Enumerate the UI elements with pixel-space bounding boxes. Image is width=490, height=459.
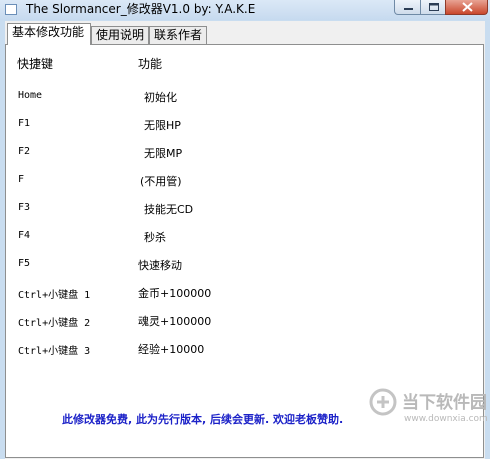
hotkey-label: F [18, 174, 25, 185]
window-title: The Slormancer_修改器V1.0 by: Y.A.K.E [26, 2, 256, 16]
hotkey-label: F1 [18, 118, 31, 129]
tab-instructions[interactable]: 使用说明 [91, 26, 149, 45]
watermark-text: 当下软件园 [402, 393, 487, 413]
title-bar[interactable]: The Slormancer_修改器V1.0 by: Y.A.K.E [0, 0, 490, 20]
hotkey-label: F5 [18, 258, 31, 269]
function-label: 魂灵+100000 [138, 315, 212, 328]
header-hotkey: 快捷键 [17, 57, 54, 71]
close-icon [462, 2, 473, 12]
function-label: 金币+100000 [138, 287, 212, 300]
footer-notice: 此修改器免费, 此为先行版本, 后续会更新. 欢迎老板赞助. [62, 413, 344, 426]
function-label: (不用管) [140, 175, 182, 188]
function-label: 初始化 [144, 91, 177, 104]
app-window: The Slormancer_修改器V1.0 by: Y.A.K.E 基本修改功… [0, 0, 490, 459]
minimize-icon [404, 8, 413, 10]
hotkey-label: Ctrl+小键盘 2 [18, 318, 91, 329]
hotkey-label: F2 [18, 146, 31, 157]
watermark-logo-icon [369, 388, 397, 416]
hotkey-label: F4 [18, 230, 31, 241]
function-label: 秒杀 [144, 231, 166, 244]
function-label: 无限MP [144, 147, 183, 160]
tab-basic-functions[interactable]: 基本修改功能 [7, 23, 91, 45]
tab-contact-author[interactable]: 联系作者 [149, 26, 207, 45]
watermark-url: www.downxia.com [404, 414, 488, 424]
close-button[interactable] [445, 0, 488, 15]
function-label: 无限HP [144, 119, 181, 132]
hotkey-label: Home [18, 90, 43, 101]
watermark: 当下软件园 www.downxia.com [369, 388, 488, 436]
hotkey-label: Ctrl+小键盘 1 [18, 290, 91, 301]
minimize-button[interactable] [394, 0, 421, 15]
maximize-button[interactable] [420, 0, 446, 15]
hotkey-label: F3 [18, 202, 31, 213]
function-label: 技能无CD [144, 203, 194, 216]
app-icon [5, 4, 17, 15]
function-label: 经验+10000 [138, 343, 205, 356]
function-label: 快速移动 [138, 259, 182, 272]
header-function: 功能 [138, 57, 163, 71]
maximize-icon [429, 3, 439, 11]
hotkey-label: Ctrl+小键盘 3 [18, 346, 91, 357]
